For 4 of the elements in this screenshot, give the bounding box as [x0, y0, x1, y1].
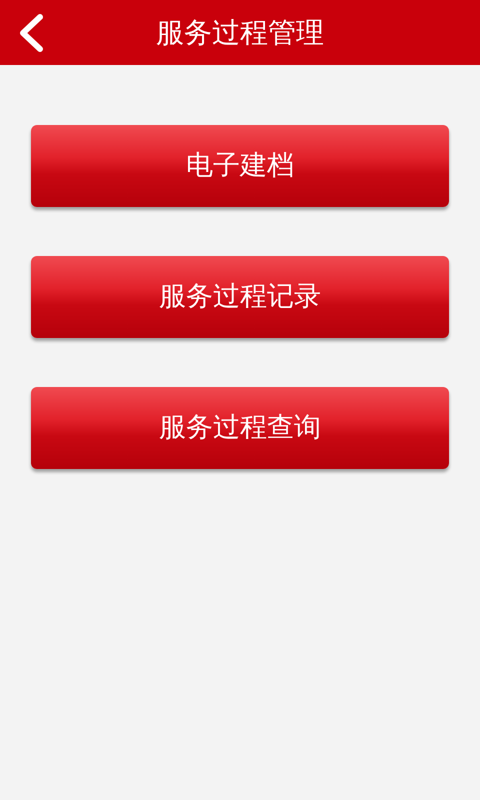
- menu-button[interactable]: 电子建档: [31, 125, 449, 207]
- menu-button[interactable]: 服务过程查询: [31, 387, 449, 469]
- page-title: 服务过程管理: [156, 18, 324, 46]
- menu-button[interactable]: 服务过程记录: [31, 256, 449, 338]
